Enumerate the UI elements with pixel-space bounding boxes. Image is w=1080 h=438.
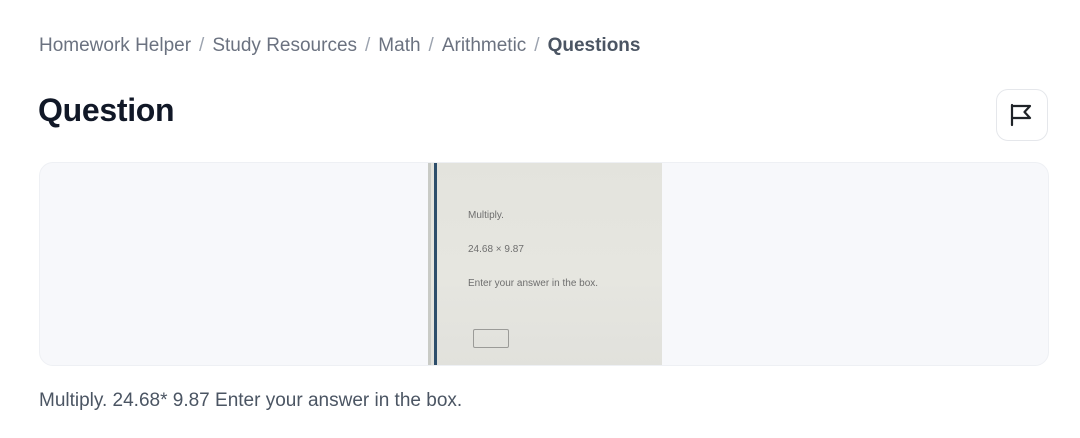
breadcrumb-item-homework-helper[interactable]: Homework Helper [39, 35, 191, 56]
breadcrumb-item-math[interactable]: Math [378, 35, 420, 56]
flag-icon [1009, 103, 1035, 127]
photo-margin-line [434, 163, 437, 365]
question-image: Multiply. 24.68 × 9.87 Enter your answer… [428, 163, 662, 365]
breadcrumb-item-study-resources[interactable]: Study Resources [212, 35, 357, 56]
image-text-instruction: Multiply. [468, 210, 504, 221]
flag-button[interactable] [996, 89, 1048, 141]
image-text-expression: 24.68 × 9.87 [468, 244, 524, 255]
question-text: Multiply. 24.68* 9.87 Enter your answer … [39, 390, 463, 411]
breadcrumb-separator: / [199, 35, 205, 56]
breadcrumb-item-current: Questions [547, 35, 641, 56]
breadcrumb-separator: / [428, 35, 434, 56]
breadcrumb: Homework Helper / Study Resources / Math / Ari… [39, 35, 640, 57]
page-title: Question [38, 92, 175, 128]
breadcrumb-separator: / [534, 35, 540, 56]
photo-edge [428, 163, 431, 365]
breadcrumb-item-arithmetic[interactable]: Arithmetic [442, 35, 526, 56]
image-answer-box [473, 329, 509, 348]
question-card: Multiply. 24.68 × 9.87 Enter your answer… [39, 162, 1049, 366]
image-text-prompt: Enter your answer in the box. [468, 278, 599, 289]
breadcrumb-separator: / [365, 35, 371, 56]
